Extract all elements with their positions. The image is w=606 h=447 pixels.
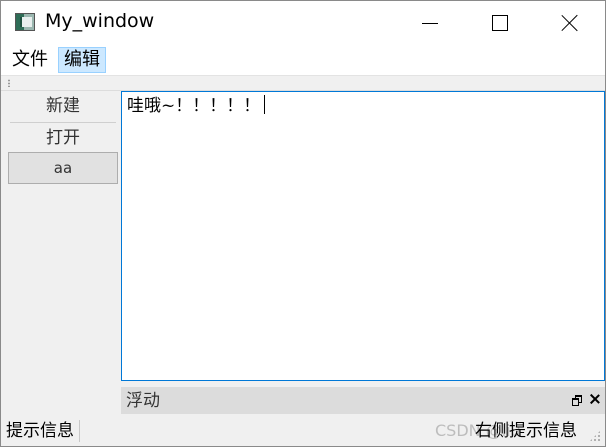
toolbar (1, 75, 605, 91)
new-button[interactable]: 新建 (8, 92, 118, 120)
app-icon (15, 13, 35, 31)
aa-button[interactable]: aa (8, 152, 118, 184)
dock-widget: 浮动 (121, 387, 605, 414)
menu-bar: 文件 编辑 (1, 45, 605, 75)
dock-close-icon[interactable] (590, 393, 600, 405)
menu-edit[interactable]: 编辑 (58, 47, 106, 73)
main-window: My_window 文件 编辑 新建 打开 aa 哇哦~！！！！！ 浮动 提示信… (0, 0, 606, 447)
text-caret (264, 95, 266, 114)
open-button[interactable]: 打开 (8, 124, 118, 152)
resize-grip-icon[interactable] (589, 430, 601, 442)
minimize-button[interactable] (407, 1, 453, 45)
close-icon (562, 15, 578, 31)
status-left-message: 提示信息 (6, 421, 74, 441)
status-divider (79, 420, 80, 442)
menu-file[interactable]: 文件 (7, 47, 53, 73)
side-divider (10, 122, 116, 123)
window-title: My_window (45, 10, 155, 32)
maximize-button[interactable] (477, 1, 523, 45)
toolbar-grip-icon[interactable] (8, 79, 10, 87)
side-panel: 新建 打开 aa (1, 91, 120, 414)
text-editor[interactable]: 哇哦~！！！！！ (121, 91, 605, 381)
status-bar: 提示信息 CSDN @liu 右侧提示信息 (1, 414, 605, 446)
dock-float-icon[interactable] (572, 395, 582, 406)
maximize-icon (492, 15, 508, 31)
title-bar[interactable]: My_window (1, 1, 605, 45)
minimize-icon (422, 22, 438, 24)
close-button[interactable] (547, 1, 593, 45)
editor-content: 哇哦~！！！！！ (127, 95, 266, 117)
dock-title: 浮动 (126, 391, 160, 411)
status-right-message: 右侧提示信息 (475, 421, 577, 441)
editor-text: 哇哦~！！！！！ (127, 96, 261, 116)
